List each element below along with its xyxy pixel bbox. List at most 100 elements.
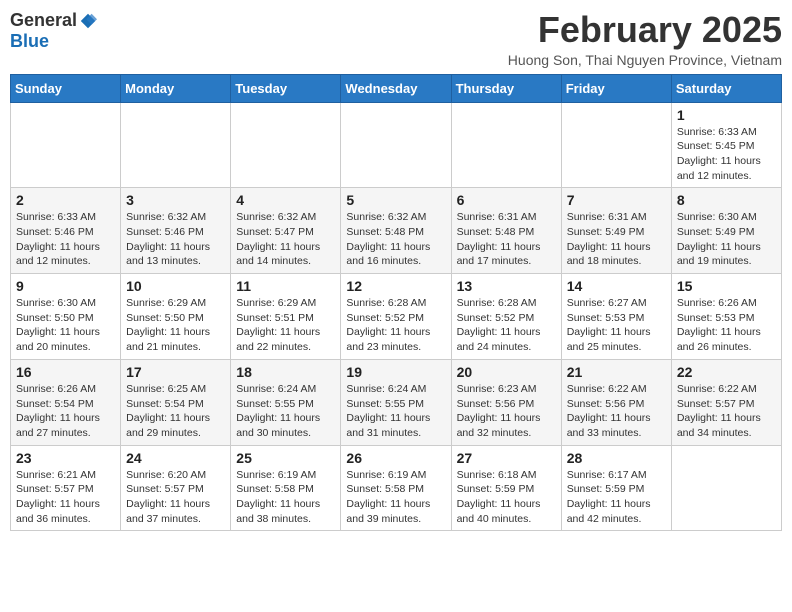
day-number: 17 — [126, 364, 225, 380]
day-number: 26 — [346, 450, 445, 466]
calendar-cell: 17 Sunrise: 6:25 AM Sunset: 5:54 PM Dayli… — [121, 359, 231, 445]
day-number: 28 — [567, 450, 666, 466]
calendar-cell: 22 Sunrise: 6:22 AM Sunset: 5:57 PM Dayli… — [671, 359, 781, 445]
page-header: General Blue February 2025 Huong Son, Th… — [10, 10, 782, 68]
day-info: Sunrise: 6:30 AM Sunset: 5:50 PM Dayligh… — [16, 296, 115, 355]
day-number: 21 — [567, 364, 666, 380]
calendar-cell: 27Sunrise: 6:18 AM Sunset: 5:59 PM Dayli… — [451, 445, 561, 531]
calendar-cell: 23Sunrise: 6:21 AM Sunset: 5:57 PM Dayli… — [11, 445, 121, 531]
calendar-cell: 20 Sunrise: 6:23 AM Sunset: 5:56 PM Dayli… — [451, 359, 561, 445]
week-row-3: 9Sunrise: 6:30 AM Sunset: 5:50 PM Daylig… — [11, 274, 782, 360]
calendar-cell: 24 Sunrise: 6:20 AM Sunset: 5:57 PM Dayli… — [121, 445, 231, 531]
week-row-4: 16Sunrise: 6:26 AM Sunset: 5:54 PM Dayli… — [11, 359, 782, 445]
calendar-cell: 8Sunrise: 6:30 AM Sunset: 5:49 PM Daylig… — [671, 188, 781, 274]
day-number: 5 — [346, 192, 445, 208]
week-row-1: 1 Sunrise: 6:33 AM Sunset: 5:45 PM Daylig… — [11, 102, 782, 188]
day-info: Sunrise: 6:32 AM Sunset: 5:46 PM Dayligh… — [126, 210, 225, 269]
day-number: 22 — [677, 364, 776, 380]
day-number: 4 — [236, 192, 335, 208]
logo-icon — [79, 12, 97, 30]
calendar-table: SundayMondayTuesdayWednesdayThursdayFrid… — [10, 74, 782, 532]
day-number: 27 — [457, 450, 556, 466]
calendar-cell: 4 Sunrise: 6:32 AM Sunset: 5:47 PM Daylig… — [231, 188, 341, 274]
calendar-cell: 6Sunrise: 6:31 AM Sunset: 5:48 PM Daylig… — [451, 188, 561, 274]
logo: General Blue — [10, 10, 97, 52]
calendar-cell: 2 Sunrise: 6:33 AM Sunset: 5:46 PM Daylig… — [11, 188, 121, 274]
calendar-cell — [671, 445, 781, 531]
title-area: February 2025 Huong Son, Thai Nguyen Pro… — [508, 10, 782, 68]
calendar-cell: 1 Sunrise: 6:33 AM Sunset: 5:45 PM Daylig… — [671, 102, 781, 188]
day-info: Sunrise: 6:19 AM Sunset: 5:58 PM Dayligh… — [346, 468, 445, 527]
weekday-header-tuesday: Tuesday — [231, 74, 341, 102]
calendar-cell: 18Sunrise: 6:24 AM Sunset: 5:55 PM Dayli… — [231, 359, 341, 445]
day-number: 20 — [457, 364, 556, 380]
day-number: 12 — [346, 278, 445, 294]
day-number: 3 — [126, 192, 225, 208]
weekday-header-wednesday: Wednesday — [341, 74, 451, 102]
calendar-cell: 26 Sunrise: 6:19 AM Sunset: 5:58 PM Dayli… — [341, 445, 451, 531]
day-info: Sunrise: 6:33 AM Sunset: 5:46 PM Dayligh… — [16, 210, 115, 269]
week-row-2: 2 Sunrise: 6:33 AM Sunset: 5:46 PM Daylig… — [11, 188, 782, 274]
day-info: Sunrise: 6:26 AM Sunset: 5:53 PM Dayligh… — [677, 296, 776, 355]
day-info: Sunrise: 6:24 AM Sunset: 5:55 PM Dayligh… — [346, 382, 445, 441]
weekday-header-thursday: Thursday — [451, 74, 561, 102]
day-number: 25 — [236, 450, 335, 466]
location-text: Huong Son, Thai Nguyen Province, Vietnam — [508, 52, 782, 68]
calendar-cell — [341, 102, 451, 188]
calendar-cell: 16Sunrise: 6:26 AM Sunset: 5:54 PM Dayli… — [11, 359, 121, 445]
day-info: Sunrise: 6:22 AM Sunset: 5:56 PM Dayligh… — [567, 382, 666, 441]
calendar-cell: 11Sunrise: 6:29 AM Sunset: 5:51 PM Dayli… — [231, 274, 341, 360]
logo-general-text: General — [10, 10, 77, 31]
weekday-header-saturday: Saturday — [671, 74, 781, 102]
weekday-header-friday: Friday — [561, 74, 671, 102]
calendar-cell: 13 Sunrise: 6:28 AM Sunset: 5:52 PM Dayli… — [451, 274, 561, 360]
week-row-5: 23Sunrise: 6:21 AM Sunset: 5:57 PM Dayli… — [11, 445, 782, 531]
calendar-cell: 15Sunrise: 6:26 AM Sunset: 5:53 PM Dayli… — [671, 274, 781, 360]
day-info: Sunrise: 6:28 AM Sunset: 5:52 PM Dayligh… — [346, 296, 445, 355]
calendar-cell: 10Sunrise: 6:29 AM Sunset: 5:50 PM Dayli… — [121, 274, 231, 360]
day-info: Sunrise: 6:33 AM Sunset: 5:45 PM Dayligh… — [677, 125, 776, 184]
day-info: Sunrise: 6:28 AM Sunset: 5:52 PM Dayligh… — [457, 296, 556, 355]
calendar-cell: 21 Sunrise: 6:22 AM Sunset: 5:56 PM Dayli… — [561, 359, 671, 445]
calendar-cell: 12 Sunrise: 6:28 AM Sunset: 5:52 PM Dayli… — [341, 274, 451, 360]
calendar-cell: 19 Sunrise: 6:24 AM Sunset: 5:55 PM Dayli… — [341, 359, 451, 445]
day-number: 24 — [126, 450, 225, 466]
day-info: Sunrise: 6:17 AM Sunset: 5:59 PM Dayligh… — [567, 468, 666, 527]
day-info: Sunrise: 6:31 AM Sunset: 5:49 PM Dayligh… — [567, 210, 666, 269]
calendar-cell — [451, 102, 561, 188]
month-title: February 2025 — [508, 10, 782, 50]
calendar-cell: 3 Sunrise: 6:32 AM Sunset: 5:46 PM Daylig… — [121, 188, 231, 274]
calendar-cell: 14 Sunrise: 6:27 AM Sunset: 5:53 PM Dayli… — [561, 274, 671, 360]
calendar-cell — [231, 102, 341, 188]
calendar-cell — [561, 102, 671, 188]
day-info: Sunrise: 6:27 AM Sunset: 5:53 PM Dayligh… — [567, 296, 666, 355]
day-number: 8 — [677, 192, 776, 208]
day-info: Sunrise: 6:22 AM Sunset: 5:57 PM Dayligh… — [677, 382, 776, 441]
day-info: Sunrise: 6:25 AM Sunset: 5:54 PM Dayligh… — [126, 382, 225, 441]
logo-blue-text: Blue — [10, 31, 49, 52]
weekday-header-monday: Monday — [121, 74, 231, 102]
day-number: 19 — [346, 364, 445, 380]
calendar-cell: 25Sunrise: 6:19 AM Sunset: 5:58 PM Dayli… — [231, 445, 341, 531]
calendar-cell: 9Sunrise: 6:30 AM Sunset: 5:50 PM Daylig… — [11, 274, 121, 360]
day-info: Sunrise: 6:26 AM Sunset: 5:54 PM Dayligh… — [16, 382, 115, 441]
day-number: 6 — [457, 192, 556, 208]
weekday-header-sunday: Sunday — [11, 74, 121, 102]
calendar-cell — [11, 102, 121, 188]
day-number: 14 — [567, 278, 666, 294]
day-number: 18 — [236, 364, 335, 380]
day-number: 1 — [677, 107, 776, 123]
day-number: 23 — [16, 450, 115, 466]
weekday-header-row: SundayMondayTuesdayWednesdayThursdayFrid… — [11, 74, 782, 102]
day-number: 10 — [126, 278, 225, 294]
day-info: Sunrise: 6:23 AM Sunset: 5:56 PM Dayligh… — [457, 382, 556, 441]
day-number: 2 — [16, 192, 115, 208]
day-info: Sunrise: 6:32 AM Sunset: 5:47 PM Dayligh… — [236, 210, 335, 269]
calendar-cell: 5 Sunrise: 6:32 AM Sunset: 5:48 PM Daylig… — [341, 188, 451, 274]
day-info: Sunrise: 6:32 AM Sunset: 5:48 PM Dayligh… — [346, 210, 445, 269]
calendar-cell: 28 Sunrise: 6:17 AM Sunset: 5:59 PM Dayli… — [561, 445, 671, 531]
calendar-cell — [121, 102, 231, 188]
day-info: Sunrise: 6:20 AM Sunset: 5:57 PM Dayligh… — [126, 468, 225, 527]
day-number: 13 — [457, 278, 556, 294]
calendar-cell: 7Sunrise: 6:31 AM Sunset: 5:49 PM Daylig… — [561, 188, 671, 274]
